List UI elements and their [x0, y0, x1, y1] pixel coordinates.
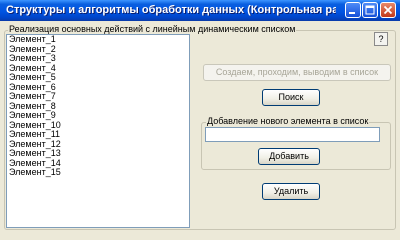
add-button[interactable]: Добавить	[258, 148, 320, 165]
maximize-button[interactable]	[362, 2, 378, 18]
new-item-input[interactable]	[205, 127, 380, 142]
items-listbox[interactable]: Элемент_1 Элемент_2 Элемент_3 Элемент_4 Элем…	[6, 34, 190, 228]
help-button[interactable]: ?	[374, 32, 388, 46]
window-title: Структуры и алгоритмы обработки данных (…	[6, 4, 336, 16]
main-group-label: Реализация основных действий с линейным …	[8, 24, 297, 34]
minimize-button[interactable]	[345, 2, 361, 18]
title-bar[interactable]: Структуры и алгоритмы обработки данных (…	[0, 0, 400, 21]
app-window: Структуры и алгоритмы обработки данных (…	[0, 0, 400, 240]
delete-button[interactable]: Удалить	[262, 183, 320, 200]
close-button[interactable]	[380, 2, 396, 18]
create-list-button[interactable]: Создаем, проходим, выводим в список	[203, 64, 391, 81]
maximize-icon	[365, 5, 375, 15]
close-icon	[383, 5, 393, 15]
add-item-group-label: Добавление нового элемента в список	[206, 116, 370, 126]
search-button[interactable]: Поиск	[262, 89, 320, 106]
list-item[interactable]: Элемент_15	[7, 167, 189, 178]
minimize-icon	[349, 12, 355, 14]
